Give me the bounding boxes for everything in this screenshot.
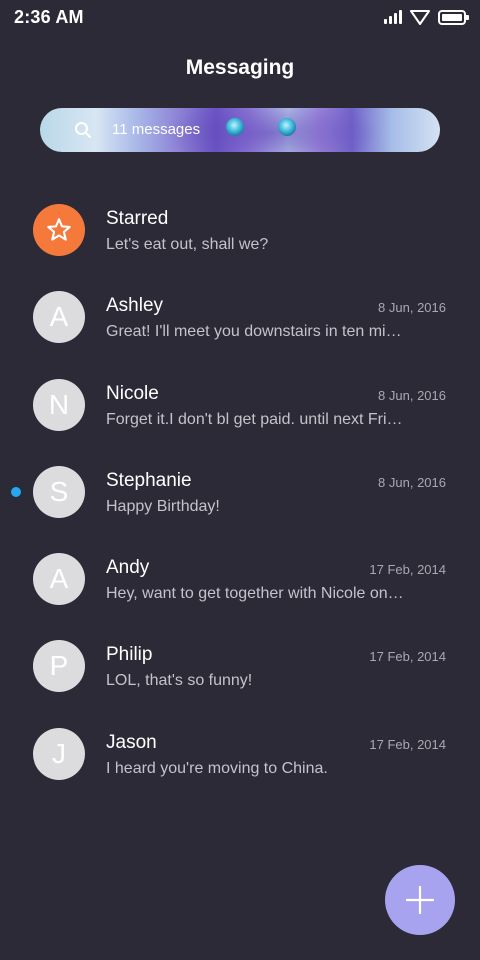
search-icon — [75, 122, 91, 138]
search-input[interactable]: 11 messages — [112, 121, 200, 138]
avatar: N — [33, 378, 85, 431]
conversation-date: 17 Feb, 2014 — [369, 562, 446, 578]
conversation-preview: Great! I'll meet you downstairs in ten m… — [106, 323, 406, 341]
status-icons — [384, 9, 469, 25]
conversation-preview: Hey, want to get together with Nicole on… — [106, 585, 406, 603]
conversation-preview: Forget it.I don't bl get paid. until nex… — [106, 410, 406, 428]
conversation-preview: Happy Birthday! — [106, 497, 220, 515]
status-time: 2:36 AM — [14, 7, 84, 27]
conversation-date: 8 Jun, 2016 — [378, 474, 446, 490]
messaging-screen: 2:36 AM Messaging 11 messages Starred Le… — [0, 0, 480, 960]
conversation-andy[interactable]: A Andy 17 Feb, 2014 Hey, want to get tog… — [0, 536, 480, 623]
new-message-button[interactable] — [385, 865, 455, 935]
conversation-date: 8 Jun, 2016 — [378, 300, 446, 316]
conversation-name: Ashley — [106, 295, 164, 317]
conversation-list: Starred Let's eat out, shall we? A Ashle… — [0, 187, 480, 798]
starred-avatar — [33, 204, 85, 256]
battery-icon — [438, 9, 469, 25]
avatar: A — [33, 553, 85, 606]
page-title: Messaging — [185, 56, 295, 79]
conversation-name: Stephanie — [106, 469, 192, 491]
avatar: J — [33, 727, 85, 780]
unread-indicator — [11, 486, 21, 497]
signal-icon — [384, 10, 402, 24]
conversation-name: Nicole — [106, 382, 159, 404]
conversation-name: Jason — [106, 731, 157, 753]
conversation-date: 8 Jun, 2016 — [378, 387, 446, 403]
conversation-name: Philip — [106, 644, 153, 666]
background-art-eye — [226, 118, 244, 136]
avatar: A — [33, 291, 85, 344]
search-bar[interactable]: 11 messages — [40, 108, 440, 152]
avatar: S — [33, 465, 85, 518]
conversation-nicole[interactable]: N Nicole 8 Jun, 2016 Forget it.I don't b… — [0, 362, 480, 449]
conversation-preview: I heard you're moving to China. — [106, 759, 328, 777]
conversation-name: Andy — [106, 557, 150, 579]
avatar: P — [33, 640, 85, 693]
conversation-preview: Let's eat out, shall we? — [106, 236, 269, 253]
wifi-icon — [410, 10, 430, 25]
star-icon — [47, 218, 71, 241]
plus-icon — [405, 885, 435, 915]
status-bar: 2:36 AM — [0, 0, 480, 34]
conversation-jason[interactable]: J Jason 17 Feb, 2014 I heard you're movi… — [0, 711, 480, 798]
conversation-preview: LOL, that's so funny! — [106, 672, 253, 690]
conversation-name: Starred — [106, 208, 169, 229]
conversation-philip[interactable]: P Philip 17 Feb, 2014 LOL, that's so fun… — [0, 623, 480, 710]
conversation-date: 17 Feb, 2014 — [369, 649, 446, 665]
conversation-date: 17 Feb, 2014 — [369, 736, 446, 752]
background-art-eye — [278, 118, 296, 136]
conversation-starred[interactable]: Starred Let's eat out, shall we? — [0, 187, 480, 274]
conversation-ashley[interactable]: A Ashley 8 Jun, 2016 Great! I'll meet yo… — [0, 274, 480, 361]
conversation-stephanie[interactable]: S Stephanie 8 Jun, 2016 Happy Birthday! — [0, 449, 480, 536]
